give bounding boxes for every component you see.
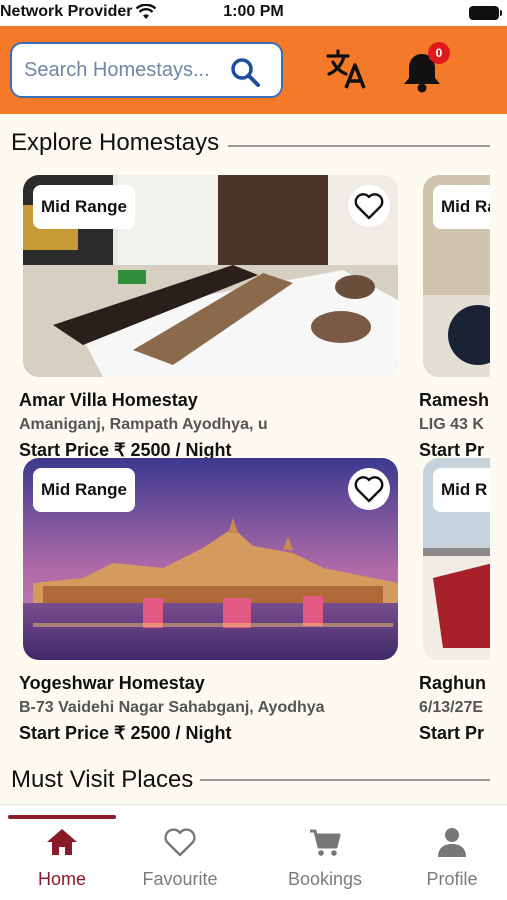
price-range-badge: Mid Range <box>433 185 490 229</box>
nav-profile-label: Profile <box>426 869 478 889</box>
active-tab-indicator <box>8 815 116 819</box>
status-time: 1:00 PM <box>223 3 284 20</box>
nav-favourite[interactable]: Favourite <box>125 825 235 895</box>
price-range-badge: Mid R <box>433 468 490 512</box>
homestay-name: Yogeshwar Homestay <box>19 673 205 693</box>
nav-bookings-label: Bookings <box>287 869 363 889</box>
homestay-address: 6/13/27E <box>419 699 484 716</box>
homestay-image[interactable]: Mid R <box>423 458 490 660</box>
home-icon <box>47 829 77 855</box>
wifi-icon <box>136 4 157 19</box>
battery-icon <box>469 6 502 20</box>
homestay-image[interactable]: Mid Range <box>423 175 490 377</box>
search-input[interactable] <box>24 58 224 82</box>
favourite-button[interactable] <box>348 185 390 227</box>
homestay-name: Ramesh <box>419 390 490 410</box>
places-divider <box>200 779 490 781</box>
search-box[interactable] <box>10 42 283 98</box>
price-range-badge: Mid Range <box>33 185 135 229</box>
carrier-label: Network Provider <box>0 3 133 20</box>
favourite-button[interactable] <box>348 468 390 510</box>
homestay-name: Raghun <box>419 673 486 693</box>
notifications-button[interactable]: 0 <box>398 42 450 96</box>
nav-home-label: Home <box>37 869 86 889</box>
homestay-image[interactable]: Mid Range <box>23 458 398 660</box>
homestay-image[interactable]: Mid Range <box>23 175 398 377</box>
homestay-name: Amar Villa Homestay <box>19 390 198 410</box>
person-icon <box>438 828 466 857</box>
homestay-address: LIG 43 K <box>419 416 484 433</box>
explore-title: Explore Homestays <box>11 129 220 156</box>
price-range-badge: Mid Range <box>33 468 135 512</box>
nav-bookings[interactable]: Bookings <box>270 825 380 895</box>
homestay-address: Amaniganj, Rampath Ayodhya, u <box>19 416 268 433</box>
heart-icon <box>354 193 384 220</box>
app-header: 0 <box>0 26 507 114</box>
homestay-list: Mid Range Amar Villa Homestay Amaniganj,… <box>0 160 490 790</box>
bottom-nav: Home Favourite Bookings Profile <box>0 804 507 900</box>
notification-badge: 0 <box>428 42 450 64</box>
nav-home[interactable]: Home <box>7 825 117 895</box>
nav-profile[interactable]: Profile <box>397 825 507 895</box>
places-title: Must Visit Places <box>11 766 194 793</box>
translate-icon[interactable] <box>326 48 366 90</box>
heart-icon <box>164 828 196 857</box>
homestay-price: Start Price ₹ 2500 / Night <box>19 723 232 743</box>
heart-icon <box>354 476 384 503</box>
explore-divider <box>228 145 490 147</box>
search-icon[interactable] <box>229 56 261 88</box>
homestay-price: Start Pr <box>419 723 485 743</box>
nav-favourite-label: Favourite <box>142 869 218 889</box>
cart-icon <box>310 829 341 856</box>
status-bar: Network Provider 1:00 PM <box>0 0 507 26</box>
carrier-group: Network Provider <box>0 3 157 21</box>
homestay-address: B-73 Vaidehi Nagar Sahabganj, Ayodhya <box>19 699 325 716</box>
